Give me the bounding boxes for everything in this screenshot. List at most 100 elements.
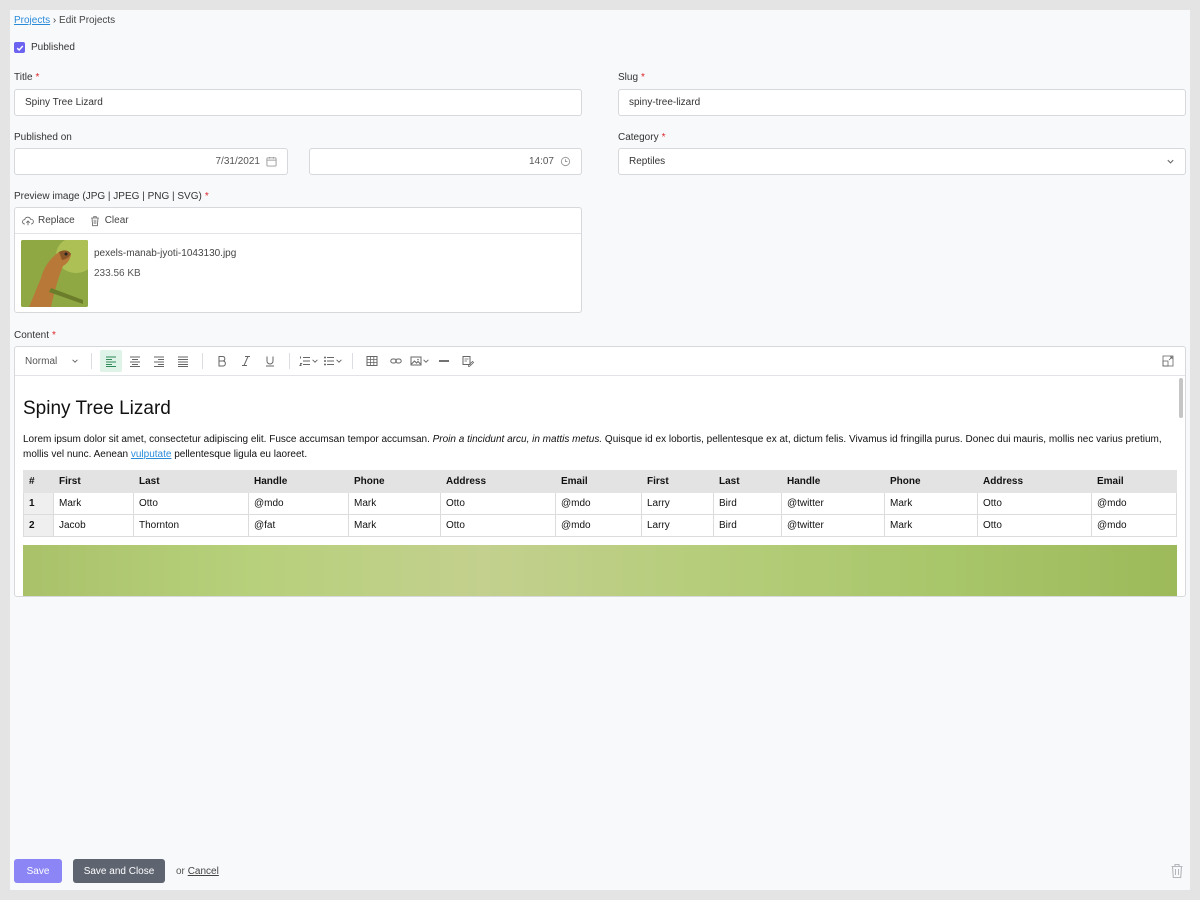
insert-link-button[interactable] xyxy=(385,350,407,372)
insert-table-button[interactable] xyxy=(361,350,383,372)
bold-icon xyxy=(218,356,227,367)
align-right-icon xyxy=(154,356,165,367)
checkmark-icon xyxy=(16,45,23,51)
align-justify-icon xyxy=(178,356,189,367)
breadcrumb-projects-link[interactable]: Projects xyxy=(14,15,50,26)
table-header-cell: Handle xyxy=(781,470,885,493)
file-name: pexels-manab-jyoti-1043130.jpg xyxy=(94,248,237,259)
content-paragraph: Lorem ipsum dolor sit amet, consectetur … xyxy=(23,432,1177,462)
published-label: Published xyxy=(31,42,75,53)
title-label-text: Title xyxy=(14,72,33,83)
bullet-list-button[interactable] xyxy=(322,350,344,372)
save-and-close-button[interactable]: Save and Close xyxy=(73,859,165,883)
table-cell: @mdo xyxy=(555,492,642,515)
preview-image-label-text: Preview image (JPG | JPEG | PNG | SVG) xyxy=(14,191,202,202)
table-cell: Otto xyxy=(440,492,556,515)
save-button[interactable]: Save xyxy=(14,859,62,883)
edit-project-page: Projects › Edit Projects Published Title… xyxy=(10,10,1190,890)
horizontal-line-icon xyxy=(439,360,450,362)
replace-button[interactable]: Replace xyxy=(22,215,75,227)
table-row: 1 Mark Otto @mdo Mark Otto @mdo Larry Bi… xyxy=(23,492,1177,515)
align-left-icon xyxy=(106,356,117,367)
table-cell: Larry xyxy=(641,492,714,515)
table-header-cell: First xyxy=(641,470,714,493)
toolbar-divider xyxy=(352,353,354,369)
paragraph-link[interactable]: vulputate xyxy=(131,449,172,460)
bold-button[interactable] xyxy=(211,350,233,372)
required-mark: * xyxy=(661,132,666,143)
underline-button[interactable] xyxy=(259,350,281,372)
category-label-text: Category xyxy=(618,132,659,143)
image-icon xyxy=(410,356,422,366)
fullscreen-button[interactable] xyxy=(1157,350,1179,372)
category-select[interactable]: Reptiles xyxy=(618,148,1186,175)
clear-button[interactable]: Clear xyxy=(89,215,129,227)
ordered-list-button[interactable] xyxy=(298,350,320,372)
editor-scrollbar[interactable] xyxy=(1179,378,1183,418)
title-label: Title * xyxy=(14,72,39,83)
content-label: Content * xyxy=(14,330,56,341)
bullet-list-icon xyxy=(324,356,335,366)
format-select-value: Normal xyxy=(25,355,58,367)
breadcrumb: Projects › Edit Projects xyxy=(14,15,115,26)
format-select[interactable]: Normal xyxy=(21,350,83,372)
required-mark: * xyxy=(52,330,56,341)
table-header-cell: First xyxy=(53,470,134,493)
table-cell: Mark xyxy=(348,492,441,515)
numbered-list-icon xyxy=(299,356,311,366)
chevron-down-icon xyxy=(423,359,429,363)
chevron-down-icon xyxy=(336,359,342,363)
clock-icon[interactable] xyxy=(560,156,571,167)
slug-label: Slug * xyxy=(618,72,645,83)
table-cell: Thornton xyxy=(133,514,249,537)
table-header-cell: Address xyxy=(977,470,1092,493)
table-cell: @mdo xyxy=(1091,492,1177,515)
published-checkbox[interactable] xyxy=(14,42,25,53)
source-edit-icon xyxy=(462,356,475,367)
table-header-cell: Last xyxy=(133,470,249,493)
published-row: Published xyxy=(14,42,75,53)
table-cell: @mdo xyxy=(1091,514,1177,537)
table-cell: @mdo xyxy=(248,492,349,515)
time-input[interactable]: 14:07 xyxy=(309,148,582,175)
table-cell: Otto xyxy=(440,514,556,537)
table-cell: Mark xyxy=(53,492,134,515)
content-table: # First Last Handle Phone Address Email … xyxy=(23,470,1177,537)
align-right-button[interactable] xyxy=(148,350,170,372)
required-mark: * xyxy=(641,72,645,83)
content-heading: Spiny Tree Lizard xyxy=(23,398,171,419)
or-text: or xyxy=(176,865,185,877)
insert-image-button[interactable] xyxy=(409,350,431,372)
replace-label: Replace xyxy=(38,215,75,226)
calendar-icon[interactable] xyxy=(266,156,277,167)
date-input[interactable]: 7/31/2021 xyxy=(14,148,288,175)
link-icon xyxy=(390,358,402,364)
rich-text-editor: Normal Spiny Tree Lizard Lorem ipsum dol… xyxy=(14,346,1186,597)
horizontal-line-button[interactable] xyxy=(433,350,455,372)
source-edit-button[interactable] xyxy=(457,350,479,372)
cancel-link[interactable]: Cancel xyxy=(188,866,219,877)
cloud-upload-icon xyxy=(22,216,34,225)
table-header-cell: Last xyxy=(713,470,782,493)
table-cell: @twitter xyxy=(781,514,885,537)
align-left-button[interactable] xyxy=(100,350,123,372)
italic-icon xyxy=(242,356,251,366)
title-input-value: Spiny Tree Lizard xyxy=(25,97,103,108)
align-center-button[interactable] xyxy=(124,350,146,372)
category-label: Category * xyxy=(618,132,665,143)
editor-content[interactable]: Spiny Tree Lizard Lorem ipsum dolor sit … xyxy=(15,376,1185,596)
italic-button[interactable] xyxy=(235,350,257,372)
clear-label: Clear xyxy=(104,215,129,226)
paragraph-text: pellentesque ligula eu laoreet. xyxy=(171,449,308,460)
toolbar-divider xyxy=(91,353,93,369)
breadcrumb-separator: › xyxy=(52,15,57,26)
table-cell: @fat xyxy=(248,514,349,537)
align-justify-button[interactable] xyxy=(172,350,194,372)
table-header-cell: Address xyxy=(440,470,556,493)
table-cell: Otto xyxy=(133,492,249,515)
delete-button[interactable] xyxy=(1170,863,1184,882)
content-label-text: Content xyxy=(14,330,50,341)
slug-input[interactable]: spiny-tree-lizard xyxy=(618,89,1186,116)
table-cell: @mdo xyxy=(555,514,642,537)
title-input[interactable]: Spiny Tree Lizard xyxy=(14,89,582,116)
